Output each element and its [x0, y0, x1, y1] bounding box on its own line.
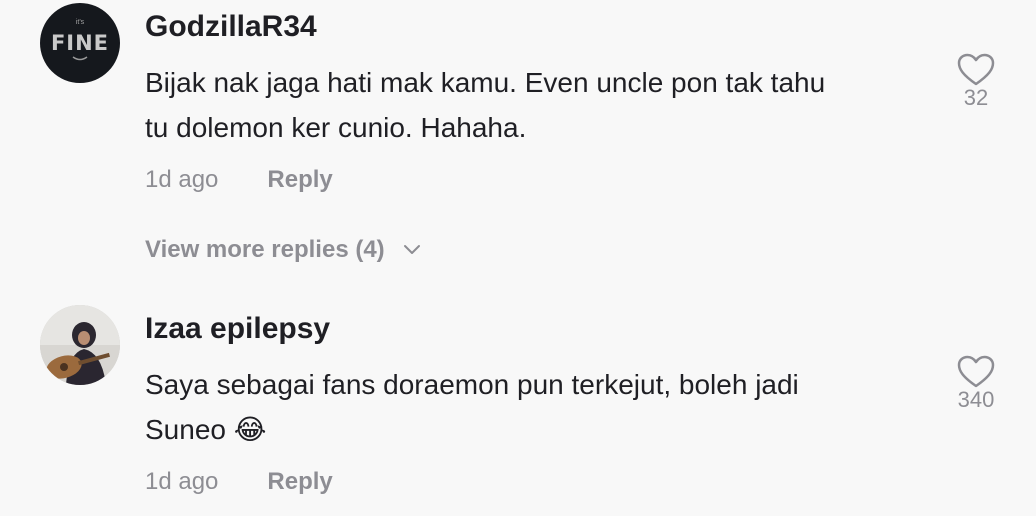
comment-username[interactable]: Izaa epilepsy [145, 312, 330, 346]
like-button[interactable]: 340 [947, 355, 1005, 413]
view-more-replies-label: View more replies (4) [145, 236, 385, 263]
heart-outline-icon [947, 355, 1005, 389]
chevron-down-icon [403, 245, 420, 254]
smile-icon [72, 56, 88, 61]
avatar[interactable] [40, 305, 120, 385]
comment-text-line: Suneo [145, 414, 226, 445]
view-more-replies-button[interactable]: View more replies (4) [145, 236, 421, 264]
comment-username[interactable]: GodzillaR34 [145, 10, 317, 44]
like-count: 32 [963, 85, 989, 110]
comment-text: Bijak nak jaga hati mak kamu. Even uncle… [145, 60, 925, 150]
comment-text-line: tu dolemon ker cunio. Hahaha. [145, 112, 527, 143]
like-count: 340 [957, 387, 995, 412]
comment-timestamp: 1d ago [145, 166, 219, 193]
avatar[interactable]: it's FINE [40, 3, 120, 83]
reply-button[interactable]: Reply [267, 468, 332, 496]
comment-meta: 1d ago Reply [145, 166, 333, 194]
reply-button[interactable]: Reply [267, 166, 332, 194]
user-photo-image [40, 305, 120, 385]
laughing-emoji: 😂 [233, 413, 267, 446]
comment-text-line: Saya sebagai fans doraemon pun terkejut,… [145, 369, 799, 400]
heart-outline-icon [947, 53, 1005, 87]
like-button[interactable]: 32 [947, 53, 1005, 111]
comment-timestamp: 1d ago [145, 468, 219, 495]
comment-meta: 1d ago Reply [145, 468, 333, 496]
comment-text: Saya sebagai fans doraemon pun terkejut,… [145, 362, 925, 452]
comment-text-line: Bijak nak jaga hati mak kamu. Even uncle… [145, 67, 826, 98]
